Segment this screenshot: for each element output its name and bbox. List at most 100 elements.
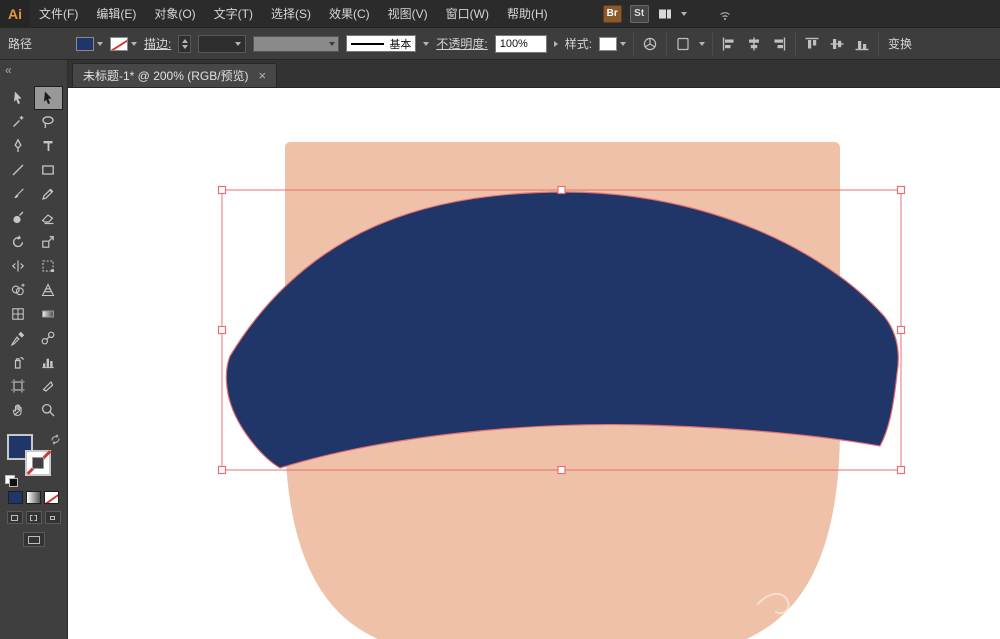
tool-grid (0, 86, 67, 422)
direct-selection-tool[interactable] (33, 86, 63, 110)
document-options-caret-icon[interactable] (699, 41, 706, 46)
transform-panel-label[interactable]: 变换 (888, 35, 912, 52)
align-top-button[interactable] (803, 35, 821, 53)
artboard-tool[interactable] (4, 374, 33, 398)
rotate-tool[interactable] (4, 230, 33, 254)
stroke-color-dropdown[interactable] (110, 36, 138, 51)
workspace-switcher-icon[interactable] (657, 6, 673, 22)
document-area: 未标题-1* @ 200% (RGB/预览) × (68, 60, 1000, 639)
brush-definition-dropdown[interactable]: 基本 (346, 35, 417, 52)
stroke-hole (31, 457, 44, 469)
brush-name-label: 基本 (389, 38, 412, 51)
align-center-button[interactable] (745, 35, 763, 53)
align-left-button[interactable] (720, 35, 738, 53)
column-graph-tool[interactable] (34, 350, 63, 374)
workspace-caret-icon[interactable] (680, 11, 687, 16)
zoom-tool[interactable] (34, 398, 63, 422)
menu-view[interactable]: 视图(V) (379, 0, 437, 28)
menu-object[interactable]: 对象(O) (145, 0, 204, 28)
document-options-button[interactable] (674, 35, 692, 53)
style-swatch[interactable] (599, 36, 618, 51)
stepper-up-icon[interactable] (181, 38, 188, 43)
line-segment-tool[interactable] (4, 158, 33, 182)
tools-panel: « (0, 60, 68, 639)
perspective-grid-tool[interactable] (34, 278, 63, 302)
menu-effect[interactable]: 效果(C) (320, 0, 379, 28)
rectangle-tool[interactable] (34, 158, 63, 182)
menu-help[interactable]: 帮助(H) (498, 0, 557, 28)
gradient-tool[interactable] (34, 302, 63, 326)
align-right-button[interactable] (770, 35, 788, 53)
default-fill-stroke-icon[interactable] (4, 475, 18, 487)
gradient-button[interactable] (26, 491, 41, 504)
width-tool[interactable] (4, 254, 33, 278)
recolor-artwork-button[interactable] (641, 35, 659, 53)
blob-brush-tool[interactable] (4, 206, 33, 230)
menu-type[interactable]: 文字(T) (205, 0, 262, 28)
eraser-tool[interactable] (34, 206, 63, 230)
draw-normal-button[interactable] (6, 511, 23, 524)
stroke-color-swatch[interactable] (110, 36, 129, 51)
width-profile-dropdown[interactable] (253, 35, 340, 52)
fill-color-dropdown[interactable] (76, 36, 104, 51)
magic-wand-tool[interactable] (4, 110, 33, 134)
menu-select[interactable]: 选择(S) (262, 0, 320, 28)
stroke-weight-label[interactable]: 描边: (144, 35, 171, 52)
type-tool[interactable] (34, 134, 63, 158)
document-tab-bar: 未标题-1* @ 200% (RGB/预览) × (68, 60, 1000, 88)
stock-button[interactable]: St (629, 4, 649, 23)
none-button[interactable] (44, 491, 59, 504)
screen-mode-button[interactable] (22, 532, 45, 547)
brush-caret-icon[interactable] (423, 41, 430, 46)
opacity-panel-arrow-icon[interactable] (553, 40, 558, 47)
selection-tool[interactable] (4, 86, 33, 110)
separator (666, 32, 668, 55)
menu-bar: Ai 文件(F) 编辑(E) 对象(O) 文字(T) 选择(S) 效果(C) 视… (0, 0, 1000, 28)
artboard-canvas[interactable] (68, 88, 1000, 639)
lasso-tool[interactable] (34, 110, 63, 134)
illustrator-window: Ai 文件(F) 编辑(E) 对象(O) 文字(T) 选择(S) 效果(C) 视… (0, 0, 1000, 639)
panel-collapse-button[interactable]: « (0, 60, 67, 86)
document-tab[interactable]: 未标题-1* @ 200% (RGB/预览) × (72, 63, 278, 87)
shape-builder-tool[interactable] (4, 278, 33, 302)
pencil-tool[interactable] (34, 182, 63, 206)
align-bottom-button[interactable] (853, 35, 871, 53)
opacity-label[interactable]: 不透明度: (436, 35, 487, 52)
draw-behind-button[interactable] (25, 511, 42, 524)
tab-close-button[interactable]: × (259, 69, 267, 82)
align-middle-button[interactable] (828, 35, 846, 53)
pen-tool[interactable] (4, 134, 33, 158)
draw-inside-button[interactable] (44, 511, 61, 524)
separator (633, 32, 635, 55)
symbol-sprayer-tool[interactable] (4, 350, 33, 374)
fill-caret-icon (97, 41, 104, 46)
scale-tool[interactable] (34, 230, 63, 254)
hand-tool[interactable] (4, 398, 33, 422)
mesh-tool[interactable] (4, 302, 33, 326)
stroke-weight-stepper[interactable] (178, 34, 192, 53)
toolbar-stroke-swatch[interactable] (24, 450, 51, 476)
free-transform-tool[interactable] (34, 254, 63, 278)
eyedropper-tool[interactable] (4, 326, 33, 350)
swap-fill-stroke-icon[interactable] (50, 434, 61, 445)
stroke-weight-combo[interactable] (198, 34, 247, 53)
separator (795, 32, 797, 55)
opacity-input[interactable] (494, 34, 547, 53)
control-bar: 路径 描边: 基本 不透明度: 样式: (0, 28, 1000, 60)
stepper-down-icon[interactable] (181, 44, 188, 49)
style-dropdown[interactable] (599, 36, 627, 51)
menu-window[interactable]: 窗口(W) (437, 0, 498, 28)
color-button[interactable] (8, 491, 23, 504)
menu-file[interactable]: 文件(F) (30, 0, 87, 28)
blend-tool[interactable] (34, 326, 63, 350)
slice-tool[interactable] (34, 374, 63, 398)
style-caret-icon (620, 41, 627, 46)
paintbrush-tool[interactable] (4, 182, 33, 206)
separator (878, 32, 880, 55)
cs-live-icon[interactable] (717, 6, 733, 22)
stroke-caret-icon (131, 41, 138, 46)
bridge-button[interactable]: Br (602, 4, 622, 23)
fill-color-swatch[interactable] (76, 36, 95, 51)
menu-edit[interactable]: 编辑(E) (87, 0, 145, 28)
stroke-weight-caret-icon (235, 41, 242, 46)
